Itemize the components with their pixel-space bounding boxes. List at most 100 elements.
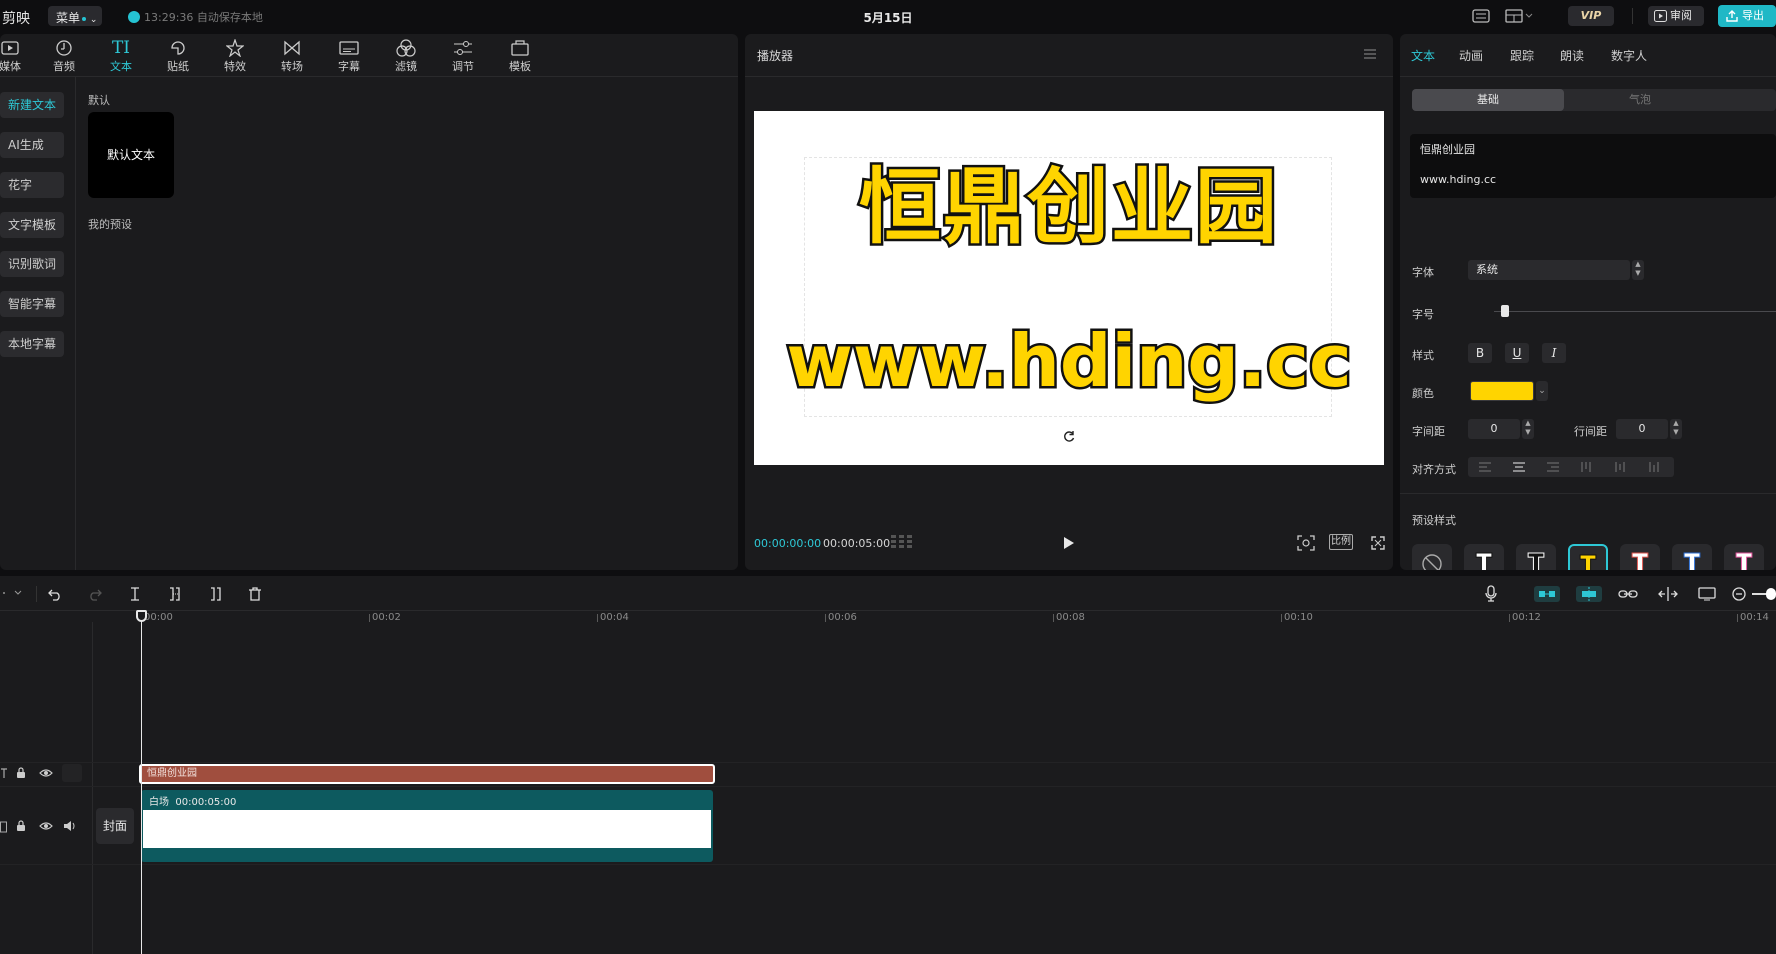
microphone-icon[interactable]	[1484, 585, 1498, 603]
zoom-out-icon[interactable]	[1732, 587, 1746, 601]
preset-yellow-outline[interactable]: T	[1568, 544, 1608, 570]
sidebar-item-fancy-text[interactable]: 花字	[0, 172, 64, 198]
fullscreen-icon[interactable]	[1371, 536, 1385, 550]
current-time: 00:00:00:00	[754, 537, 822, 550]
timecode-grid-icon[interactable]	[891, 535, 913, 549]
playhead-handle[interactable]	[136, 610, 147, 622]
ruler-tick	[369, 614, 370, 622]
tool-transition[interactable]: 转场	[268, 38, 316, 76]
tool-effects[interactable]: 特效	[211, 38, 259, 76]
ruler-tick	[1509, 614, 1510, 622]
split-right-icon[interactable]	[208, 587, 222, 601]
vip-badge[interactable]: VIP	[1568, 6, 1614, 26]
divider	[0, 76, 738, 77]
lock-icon[interactable]	[15, 820, 27, 832]
template-icon	[496, 38, 544, 58]
zoom-slider-thumb[interactable]	[1766, 588, 1776, 600]
subtitle-icon	[325, 38, 373, 58]
ruler-label: 00:04	[600, 612, 629, 623]
filter-icon	[382, 38, 430, 58]
tool-adjust[interactable]: 调节	[439, 38, 487, 76]
tool-text[interactable]: TI 文本	[97, 38, 145, 76]
ruler-label: 00:14	[1740, 612, 1769, 623]
ruler-tick	[1737, 614, 1738, 622]
tool-label: 特效	[224, 60, 246, 73]
tool-label: 媒体	[0, 60, 21, 73]
media-panel: 媒体 音频 TI 文本 贴纸 特效 转场 字幕 滤镜 调节 模板 新建文本 AI生…	[0, 34, 738, 570]
sidebar-item-lyrics[interactable]: 识别歌词	[0, 251, 64, 277]
preset-white-outline[interactable]: T	[1464, 544, 1504, 570]
sidebar-item-ai-generate[interactable]: AI生成	[0, 132, 64, 158]
preset-black-outline[interactable]: T	[1516, 544, 1556, 570]
cover-button[interactable]: 封面	[96, 808, 134, 844]
screen-icon[interactable]	[1698, 587, 1716, 601]
link-icon[interactable]	[1618, 587, 1638, 601]
divider	[0, 610, 1776, 611]
ruler-label: 00:02	[372, 612, 401, 623]
shortcut-icon[interactable]	[1472, 9, 1490, 23]
tool-label: 模板	[509, 60, 531, 73]
text-track-icon	[0, 767, 8, 779]
delete-icon[interactable]	[248, 587, 262, 601]
split-left-icon[interactable]	[168, 587, 182, 601]
lock-icon[interactable]	[15, 767, 27, 779]
tool-label: 音频	[53, 60, 75, 73]
sidebar-item-new-text[interactable]: 新建文本	[0, 92, 64, 118]
tool-label: 滤镜	[395, 60, 417, 73]
playhead[interactable]	[141, 612, 142, 954]
auto-snap-icon[interactable]	[1576, 586, 1602, 602]
speaker-icon[interactable]	[63, 820, 77, 832]
ruler-label: 00:06	[828, 612, 857, 623]
canvas-url-text[interactable]: www.hding.cc	[754, 319, 1384, 404]
sidebar-item-local-subtitle[interactable]: 本地字幕	[0, 331, 64, 357]
timeline-panel: 00:00 00:02 00:04 00:06 00:08 00:10 00:12 00:14…	[0, 576, 1776, 954]
ruler-tick	[1053, 614, 1054, 622]
hamburger-menu-icon[interactable]	[1363, 48, 1377, 60]
select-tool-icon[interactable]	[2, 588, 24, 598]
review-icon	[1654, 10, 1667, 22]
default-text-card[interactable]: 默认文本	[88, 112, 174, 198]
canvas-title-text[interactable]: 恒鼎创业园	[754, 160, 1384, 255]
preset-red-outline[interactable]: T	[1620, 544, 1660, 570]
preview-canvas[interactable]: 恒鼎创业园 www.hding.cc	[754, 111, 1384, 465]
tool-template[interactable]: 模板	[496, 38, 544, 76]
preview-axis-icon[interactable]	[1658, 587, 1678, 601]
tool-filter[interactable]: 滤镜	[382, 38, 430, 76]
eye-icon[interactable]	[39, 768, 53, 778]
tool-media[interactable]: 媒体	[0, 38, 34, 76]
divider	[36, 586, 37, 602]
sticker-icon	[154, 38, 202, 58]
play-icon[interactable]	[1063, 536, 1075, 550]
divider	[1632, 8, 1633, 24]
video-clip[interactable]: 白场 00:00:05:00	[141, 790, 713, 862]
video-clip-duration: 00:00:05:00	[175, 797, 237, 808]
aspect-ratio-button[interactable]: 比例	[1329, 534, 1353, 550]
upload-icon	[1726, 10, 1738, 22]
export-button[interactable]: 导出	[1718, 5, 1776, 27]
sidebar-item-text-template[interactable]: 文字模板	[0, 212, 64, 238]
redo-icon[interactable]	[88, 587, 102, 601]
preset-pink-outline[interactable]: T	[1724, 544, 1764, 570]
player-panel: 播放器 恒鼎创业园 www.hding.cc 00:00:00:00 00:00…	[745, 34, 1393, 570]
eye-icon[interactable]	[39, 821, 53, 831]
split-icon[interactable]	[128, 587, 142, 601]
sidebar-item-smart-subtitle[interactable]: 智能字幕	[0, 291, 64, 317]
undo-icon[interactable]	[48, 587, 62, 601]
media-icon	[0, 38, 34, 58]
tool-subtitle[interactable]: 字幕	[325, 38, 373, 76]
tool-label: 调节	[452, 60, 474, 73]
section-presets-label: 我的预设	[88, 218, 132, 231]
preset-none[interactable]	[1412, 544, 1452, 570]
title-bar: 剪映 菜单 ⌄ 13:29:36 自动保存本地 5月15日 VIP 审阅 导出	[0, 0, 1776, 32]
layout-icon[interactable]	[1505, 9, 1533, 23]
tool-sticker[interactable]: 贴纸	[154, 38, 202, 76]
text-clip[interactable]: 恒鼎创业园	[139, 764, 715, 784]
preset-blue-outline[interactable]: T	[1672, 544, 1712, 570]
rotate-handle-icon[interactable]	[1062, 429, 1076, 443]
review-button[interactable]: 审阅	[1648, 6, 1704, 26]
divider	[92, 622, 93, 954]
total-time: 00:00:05:00	[823, 537, 891, 550]
tool-audio[interactable]: 音频	[40, 38, 88, 76]
fit-screen-icon[interactable]	[1297, 535, 1315, 551]
main-track-magnet-icon[interactable]	[1534, 586, 1560, 602]
